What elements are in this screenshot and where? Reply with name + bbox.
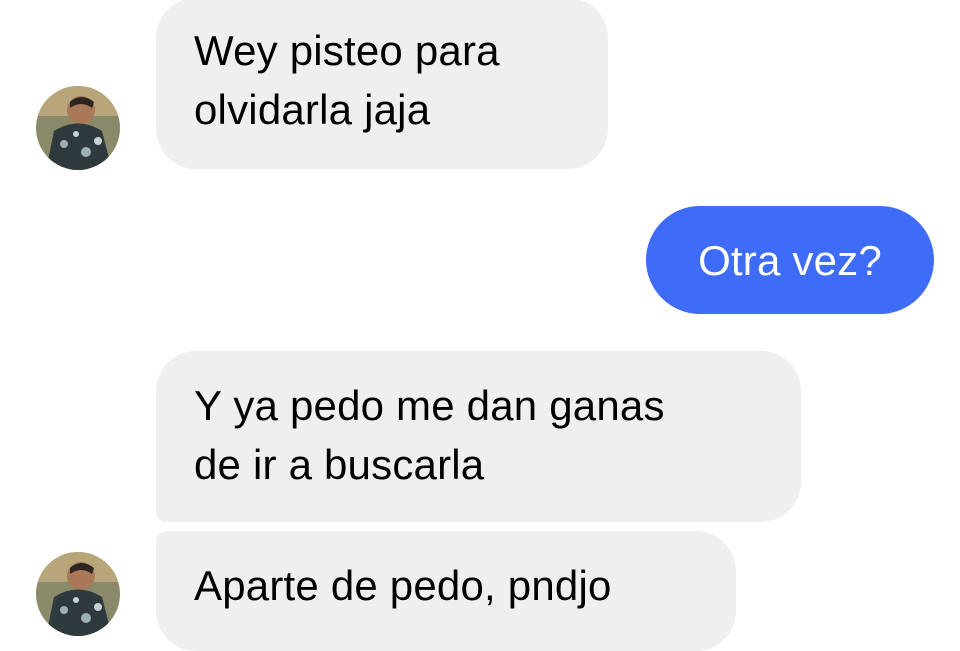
message-bubble-incoming[interactable]: Wey pisteo para olvidarla jaja xyxy=(156,0,608,169)
avatar-photo-icon xyxy=(36,552,120,636)
message-text-line: Otra vez? xyxy=(698,237,882,284)
message-text-line: Wey pisteo para xyxy=(194,27,500,74)
message-bubble-incoming[interactable]: Y ya pedo me dan ganas de ir a buscarla xyxy=(156,351,801,522)
contact-avatar[interactable] xyxy=(36,552,120,636)
message-text-line: Aparte de pedo, pndjo xyxy=(194,562,612,609)
message-text-line: de ir a buscarla xyxy=(194,441,485,488)
message-bubble-incoming[interactable]: Aparte de pedo, pndjo xyxy=(156,531,736,651)
message-text-line: olvidarla jaja xyxy=(194,86,431,133)
message-bubble-outgoing[interactable]: Otra vez? xyxy=(646,206,934,314)
message-text-line: Y ya pedo me dan ganas xyxy=(194,382,665,429)
contact-avatar[interactable] xyxy=(36,86,120,170)
avatar-photo-icon xyxy=(36,86,120,170)
